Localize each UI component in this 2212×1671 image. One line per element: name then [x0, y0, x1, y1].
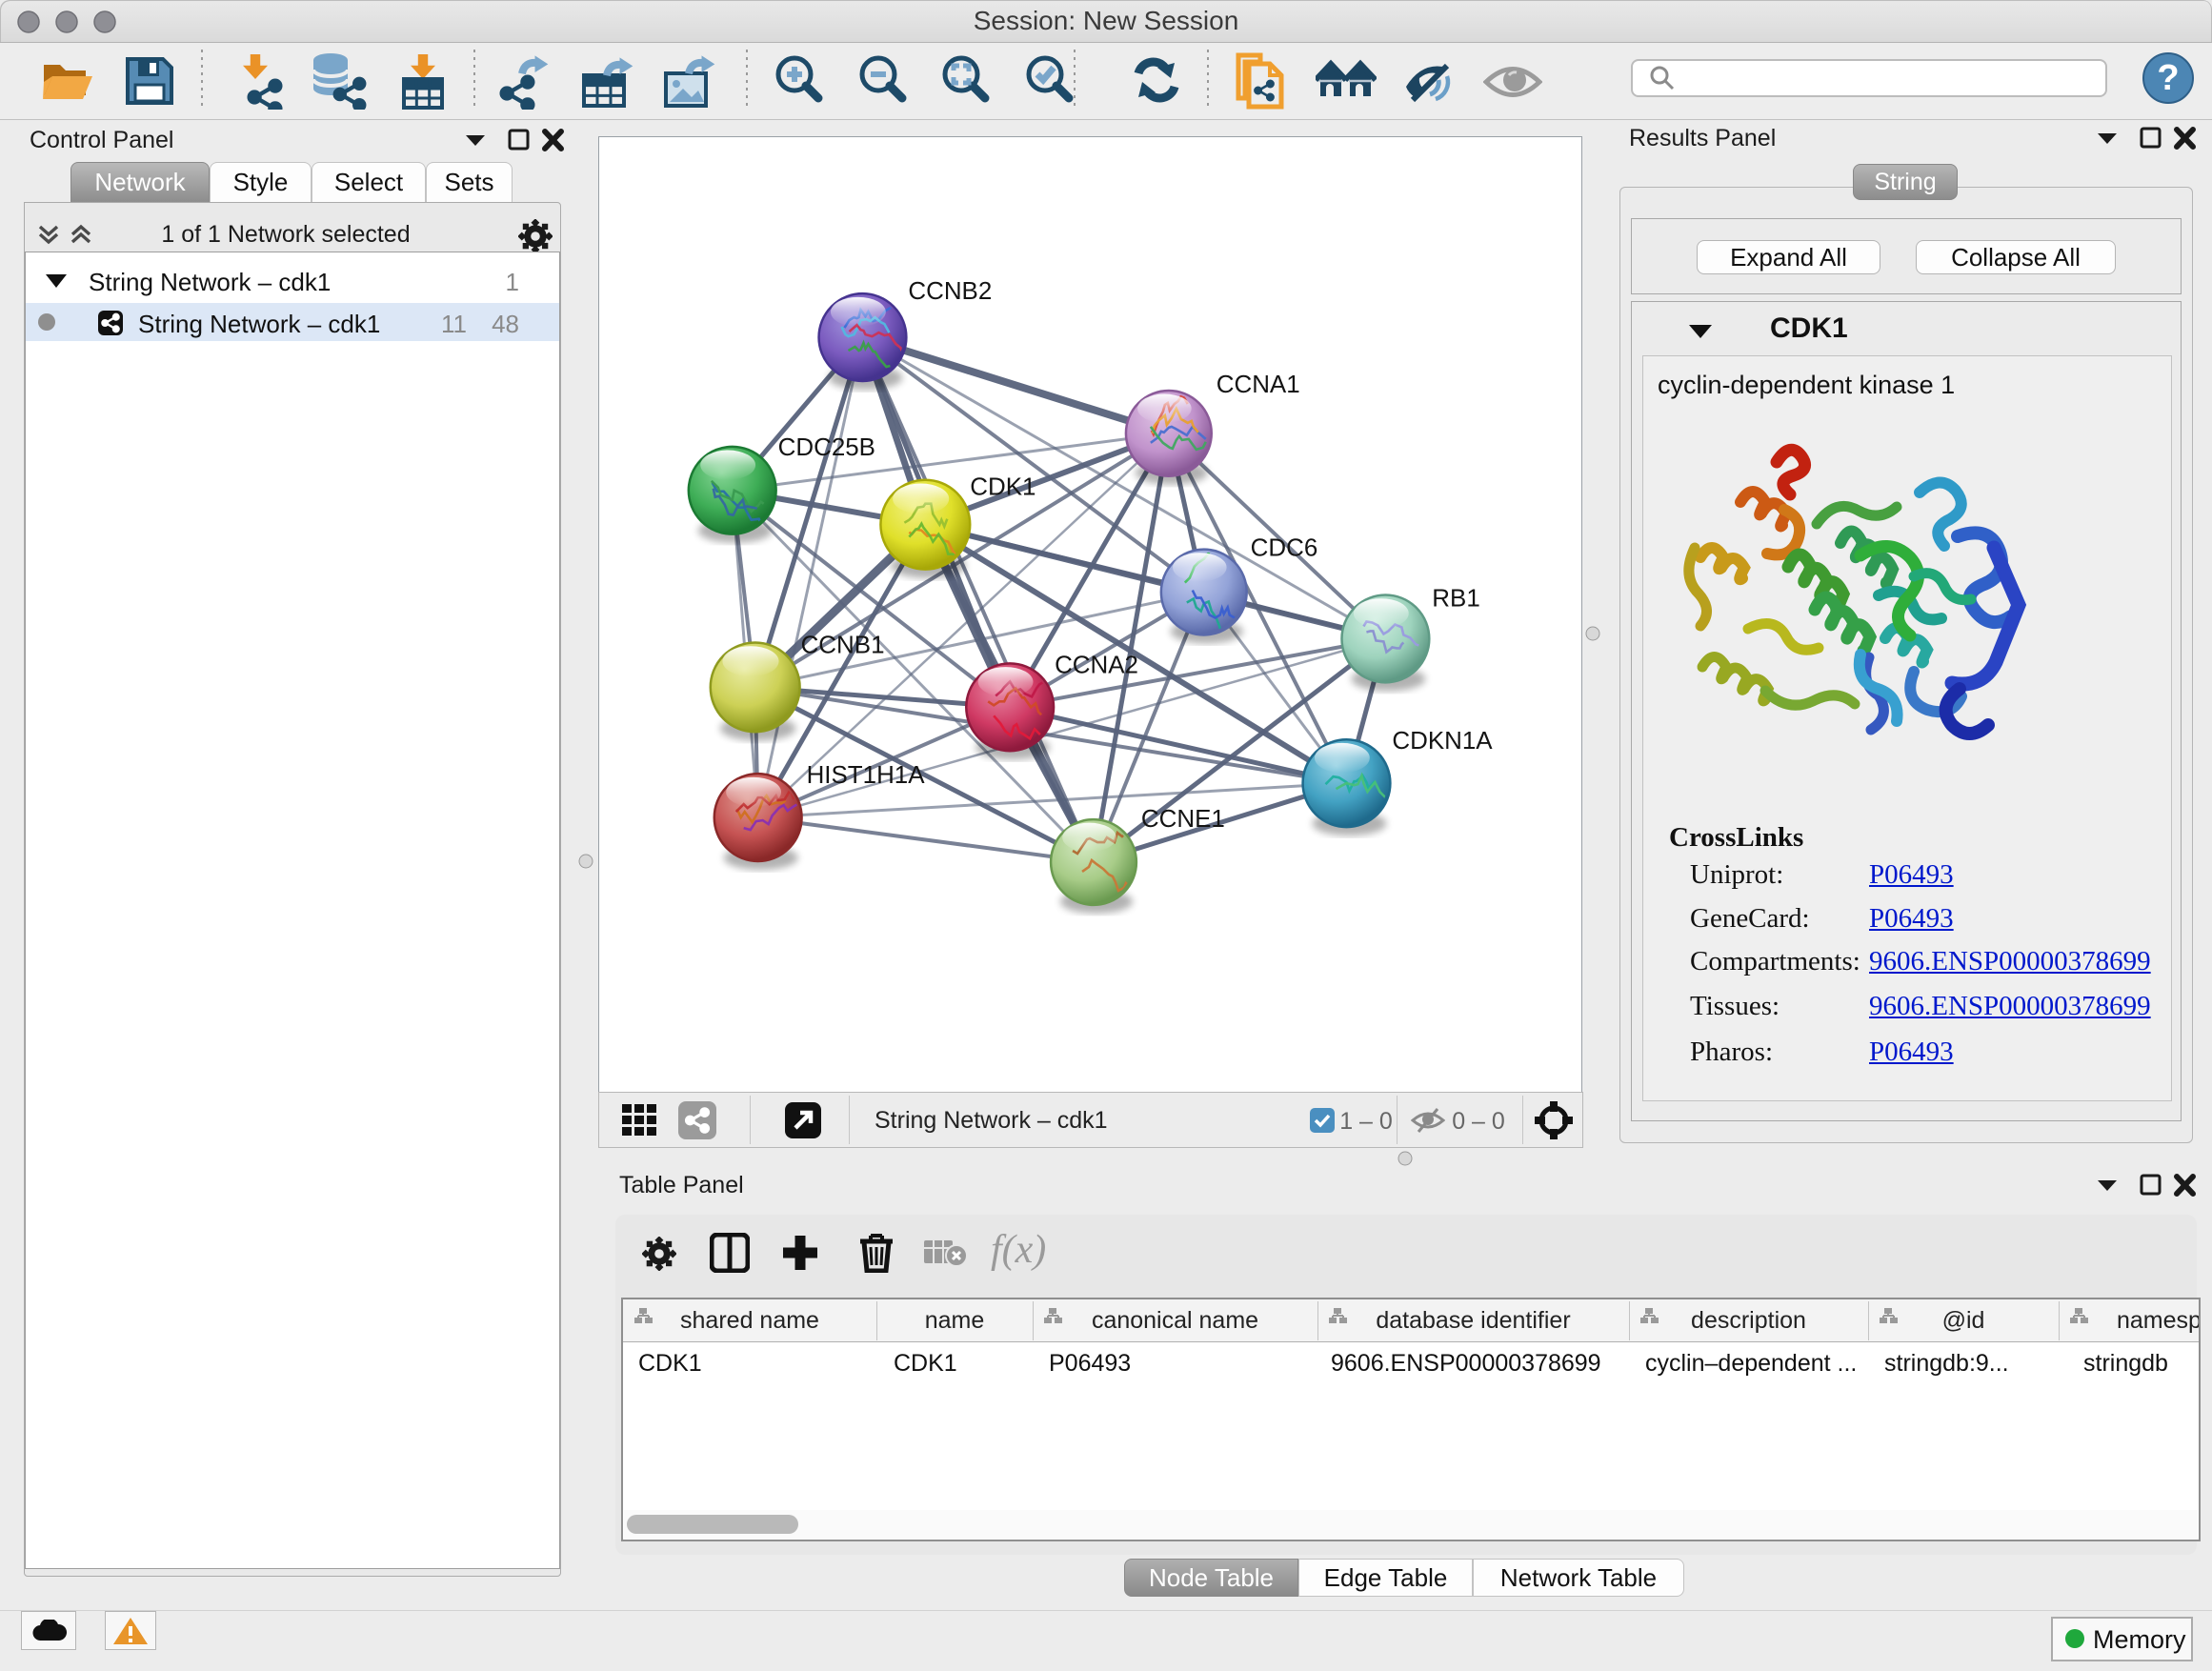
- svg-text:HIST1H1A: HIST1H1A: [807, 762, 926, 789]
- svg-text:CCNB2: CCNB2: [908, 278, 992, 305]
- svg-text:CCNA2: CCNA2: [1055, 652, 1138, 678]
- svg-text:CCNA1: CCNA1: [1217, 372, 1300, 398]
- svg-text:CDKN1A: CDKN1A: [1392, 728, 1493, 755]
- svg-text:RB1: RB1: [1432, 586, 1479, 613]
- svg-text:CCNB1: CCNB1: [801, 632, 885, 658]
- svg-text:CDC6: CDC6: [1251, 535, 1318, 562]
- svg-text:?: ?: [2157, 58, 2179, 98]
- svg-text:CCNE1: CCNE1: [1141, 806, 1225, 833]
- svg-text:CDC25B: CDC25B: [778, 434, 875, 461]
- svg-text:CDK1: CDK1: [970, 474, 1036, 501]
